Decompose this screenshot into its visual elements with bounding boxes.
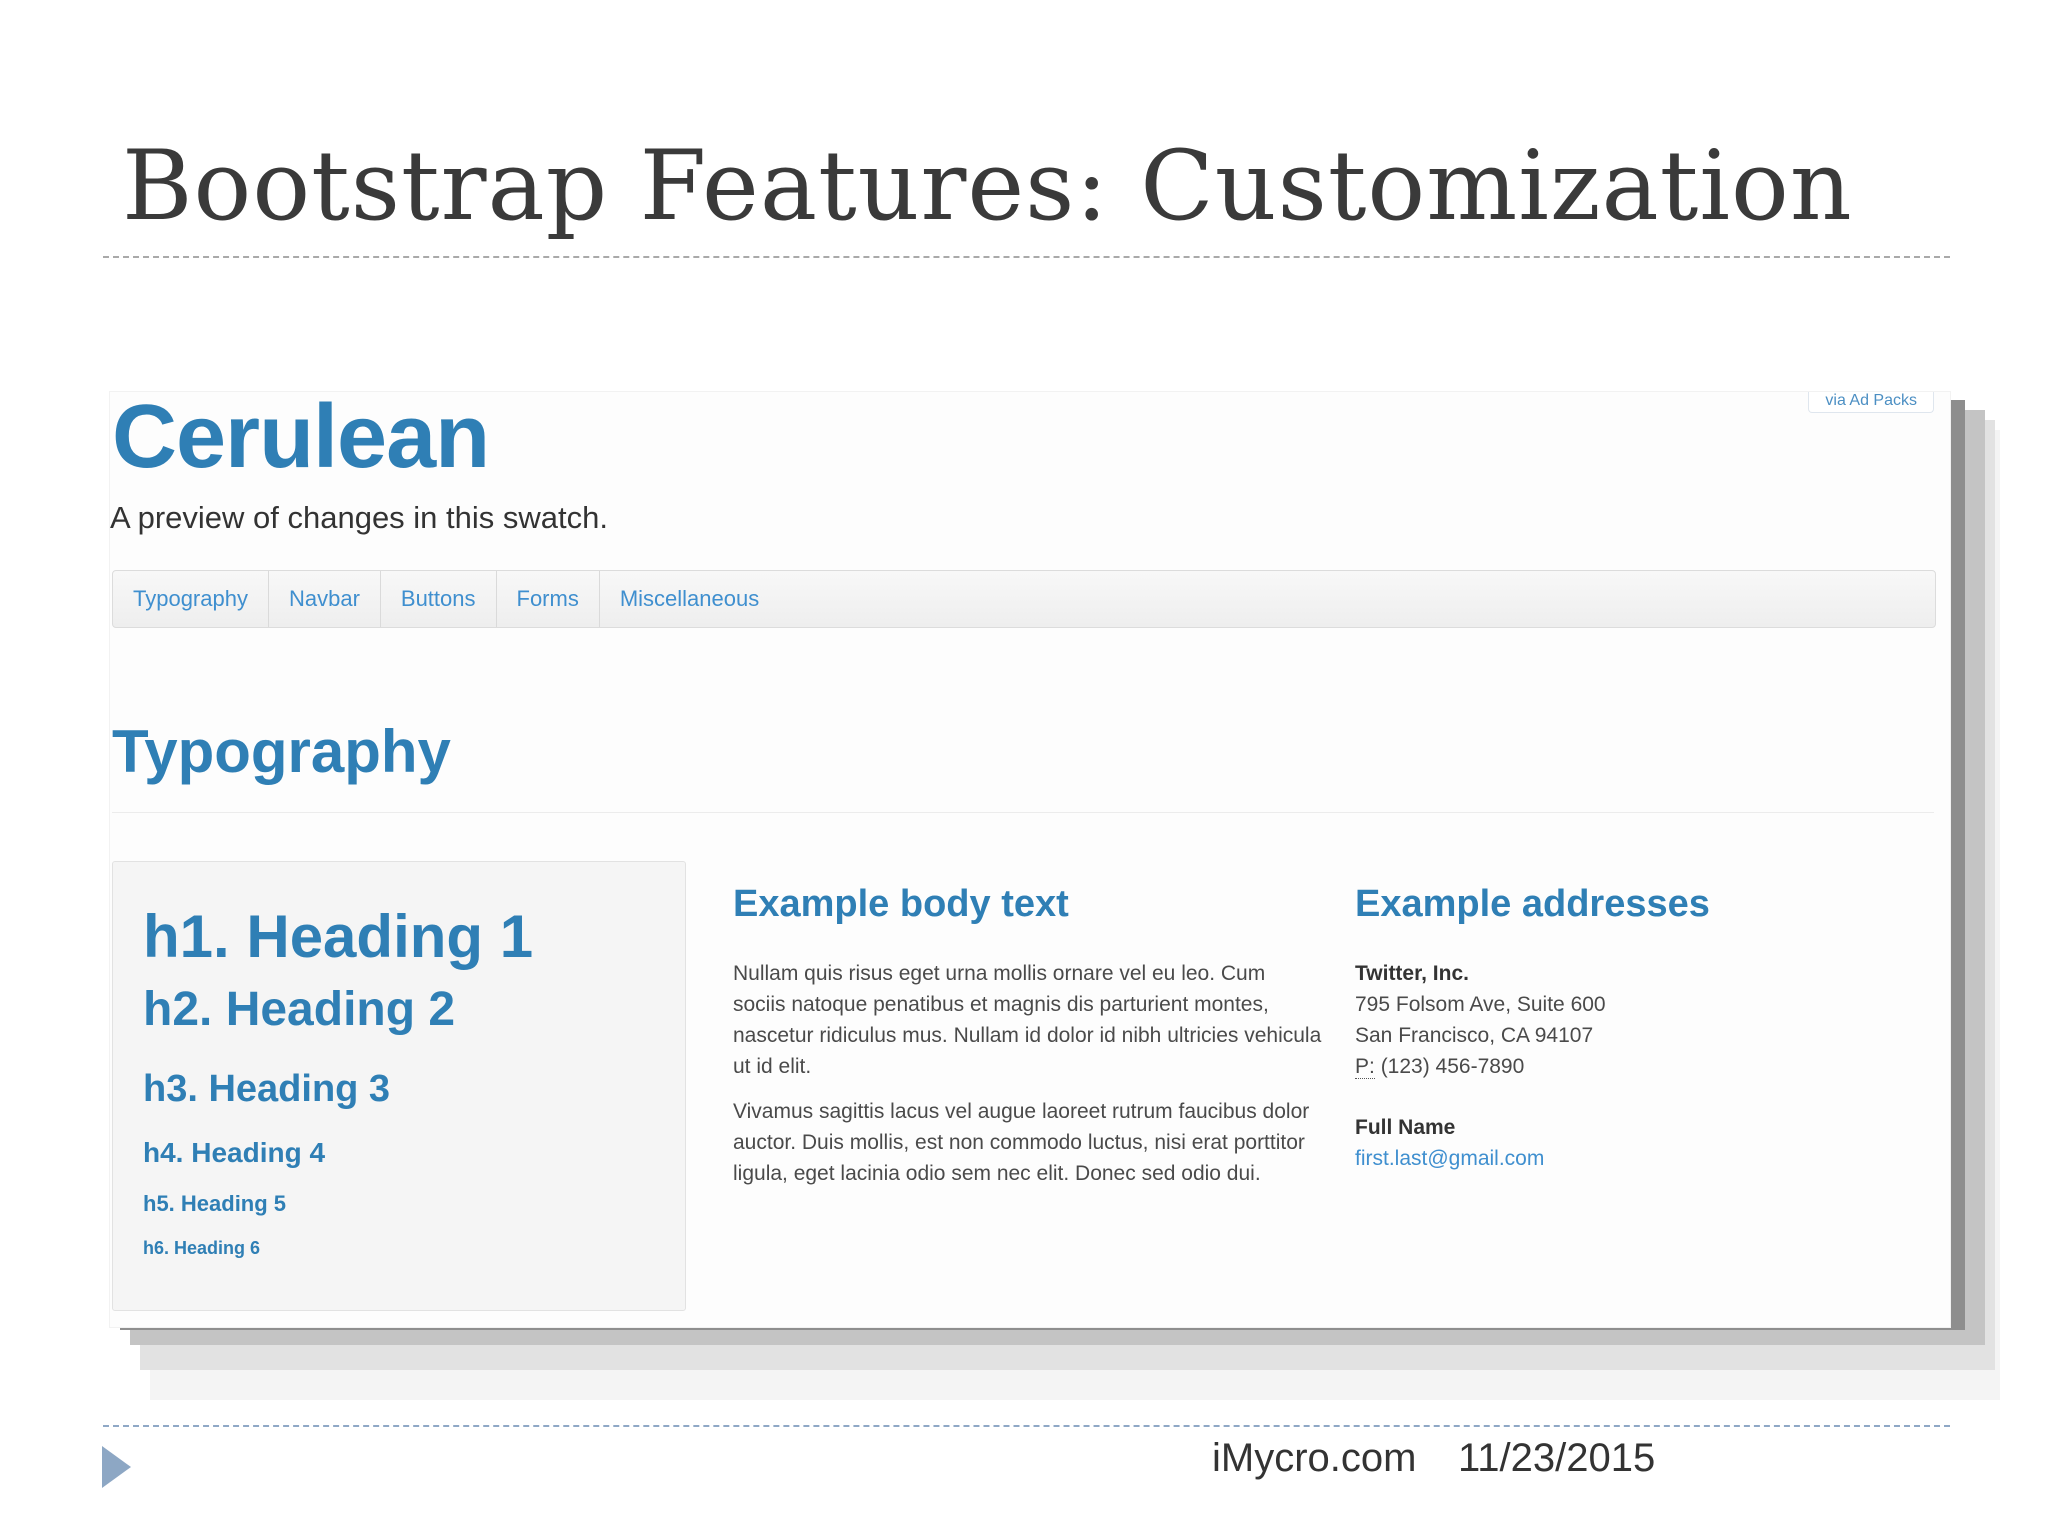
headings-well: h1. Heading 1 h2. Heading 2 h3. Heading … [112,861,686,1311]
nav-miscellaneous[interactable]: Miscellaneous [600,571,779,627]
nav-navbar[interactable]: Navbar [269,571,381,627]
swatch-title: Cerulean [112,392,490,487]
heading-3-sample: h3. Heading 3 [143,1068,391,1110]
heading-2-sample: h2. Heading 2 [143,983,456,1036]
city-address: San Francisco, CA 94107 [1355,1024,1594,1047]
nav-forms[interactable]: Forms [497,571,600,627]
person-name: Full Name [1355,1116,1456,1139]
address-block-company: Twitter, Inc. 795 Folsom Ave, Suite 600 … [1355,958,1606,1082]
address-block-person: Full Name first.last@gmail.com [1355,1112,1544,1174]
slide-title: Bootstrap Features: Customization [122,130,1853,242]
phone-number: (123) 456-7890 [1380,1055,1525,1078]
footer-divider [103,1425,1950,1427]
title-divider [103,256,1950,258]
ad-packs-link[interactable]: via Ad Packs [1808,392,1934,413]
addresses-title: Example addresses [1355,883,1710,925]
heading-6-sample: h6. Heading 6 [143,1238,261,1258]
heading-1-sample: h1. Heading 1 [143,903,534,970]
nav-buttons[interactable]: Buttons [381,571,497,627]
body-text-title: Example body text [733,883,1069,925]
phone-line: P: (123) 456-7890 [1355,1051,1606,1082]
body-paragraph: Vivamus sagittis lacus vel augue laoreet… [733,1100,1310,1185]
cerulean-preview-screenshot: via Ad Packs Cerulean A preview of chang… [110,392,1950,1327]
swatch-subtitle: A preview of changes in this swatch. [110,500,608,535]
body-paragraph: Nullam quis risus eget urna mollis ornar… [733,962,1322,1078]
play-arrow-icon [102,1446,131,1488]
typography-section-title: Typography [112,718,451,785]
nav-typography[interactable]: Typography [113,571,269,627]
email-link[interactable]: first.last@gmail.com [1355,1143,1544,1174]
company-name: Twitter, Inc. [1355,962,1469,985]
swatch-navbar: Typography Navbar Buttons Forms Miscella… [112,570,1936,628]
phone-abbr: P: [1355,1055,1375,1079]
heading-4-sample: h4. Heading 4 [143,1137,326,1168]
heading-5-sample: h5. Heading 5 [143,1191,287,1216]
footer-site: iMycro.com [1212,1436,1417,1480]
section-divider [112,812,1934,813]
street-address: 795 Folsom Ave, Suite 600 [1355,993,1606,1016]
footer-date: 11/23/2015 [1458,1436,1656,1480]
